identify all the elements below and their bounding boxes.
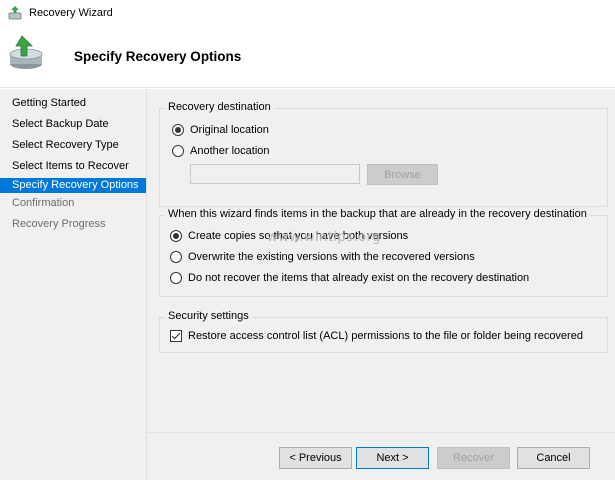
restore-acl-option[interactable]: Restore access control list (ACL) permis…	[170, 330, 583, 342]
backup-disk-arrow-icon	[9, 35, 43, 69]
create-copies-radio[interactable]	[170, 230, 182, 242]
do-not-recover-label: Do not recover the items that already ex…	[188, 272, 530, 284]
recovery-destination-legend: Recovery destination	[165, 101, 274, 113]
wizard-content: Recovery destination Original location A…	[146, 89, 615, 480]
wizard-steps-sidebar: Getting Started Select Backup Date Selec…	[0, 89, 146, 480]
step-select-recovery-type[interactable]: Select Recovery Type	[0, 138, 146, 153]
watermark: www.wintips.org	[267, 230, 382, 245]
browse-button[interactable]: Browse	[367, 164, 438, 185]
step-select-backup-date[interactable]: Select Backup Date	[0, 117, 146, 132]
overwrite-radio[interactable]	[170, 251, 182, 263]
window-title: Recovery Wizard	[29, 7, 113, 19]
cancel-button[interactable]: Cancel	[517, 447, 590, 469]
wizard-header: Specify Recovery Options	[0, 26, 615, 88]
step-specify-recovery-options[interactable]: Specify Recovery Options	[0, 178, 146, 193]
step-recovery-progress: Recovery Progress	[12, 218, 106, 230]
do-not-recover-option[interactable]: Do not recover the items that already ex…	[170, 272, 529, 284]
restore-acl-label: Restore access control list (ACL) permis…	[188, 330, 583, 342]
recover-button[interactable]: Recover	[437, 447, 510, 469]
another-location-label: Another location	[190, 145, 270, 157]
security-settings-legend: Security settings	[165, 310, 252, 322]
do-not-recover-radio[interactable]	[170, 272, 182, 284]
page-title: Specify Recovery Options	[74, 49, 242, 64]
next-button[interactable]: Next >	[356, 447, 429, 469]
restore-acl-checkbox[interactable]	[170, 330, 182, 342]
step-select-items-to-recover[interactable]: Select Items to Recover	[0, 159, 146, 174]
location-path-input[interactable]	[190, 164, 360, 184]
original-location-radio[interactable]	[172, 124, 184, 136]
footer-divider	[147, 432, 615, 433]
overwrite-label: Overwrite the existing versions with the…	[188, 251, 475, 263]
recovery-destination-group: Recovery destination Original location A…	[159, 101, 608, 207]
existing-items-group: When this wizard finds items in the back…	[159, 208, 608, 297]
security-settings-group: Security settings Restore access control…	[159, 310, 608, 353]
recovery-wizard-icon	[8, 6, 22, 20]
title-bar: Recovery Wizard	[0, 0, 615, 26]
original-location-option[interactable]: Original location	[172, 124, 269, 136]
another-location-radio[interactable]	[172, 145, 184, 157]
existing-items-legend: When this wizard finds items in the back…	[165, 208, 590, 220]
step-confirmation: Confirmation	[12, 197, 75, 209]
step-getting-started[interactable]: Getting Started	[0, 96, 146, 111]
original-location-label: Original location	[190, 124, 269, 136]
overwrite-option[interactable]: Overwrite the existing versions with the…	[170, 251, 475, 263]
another-location-option[interactable]: Another location	[172, 145, 270, 157]
previous-button[interactable]: < Previous	[279, 447, 352, 469]
